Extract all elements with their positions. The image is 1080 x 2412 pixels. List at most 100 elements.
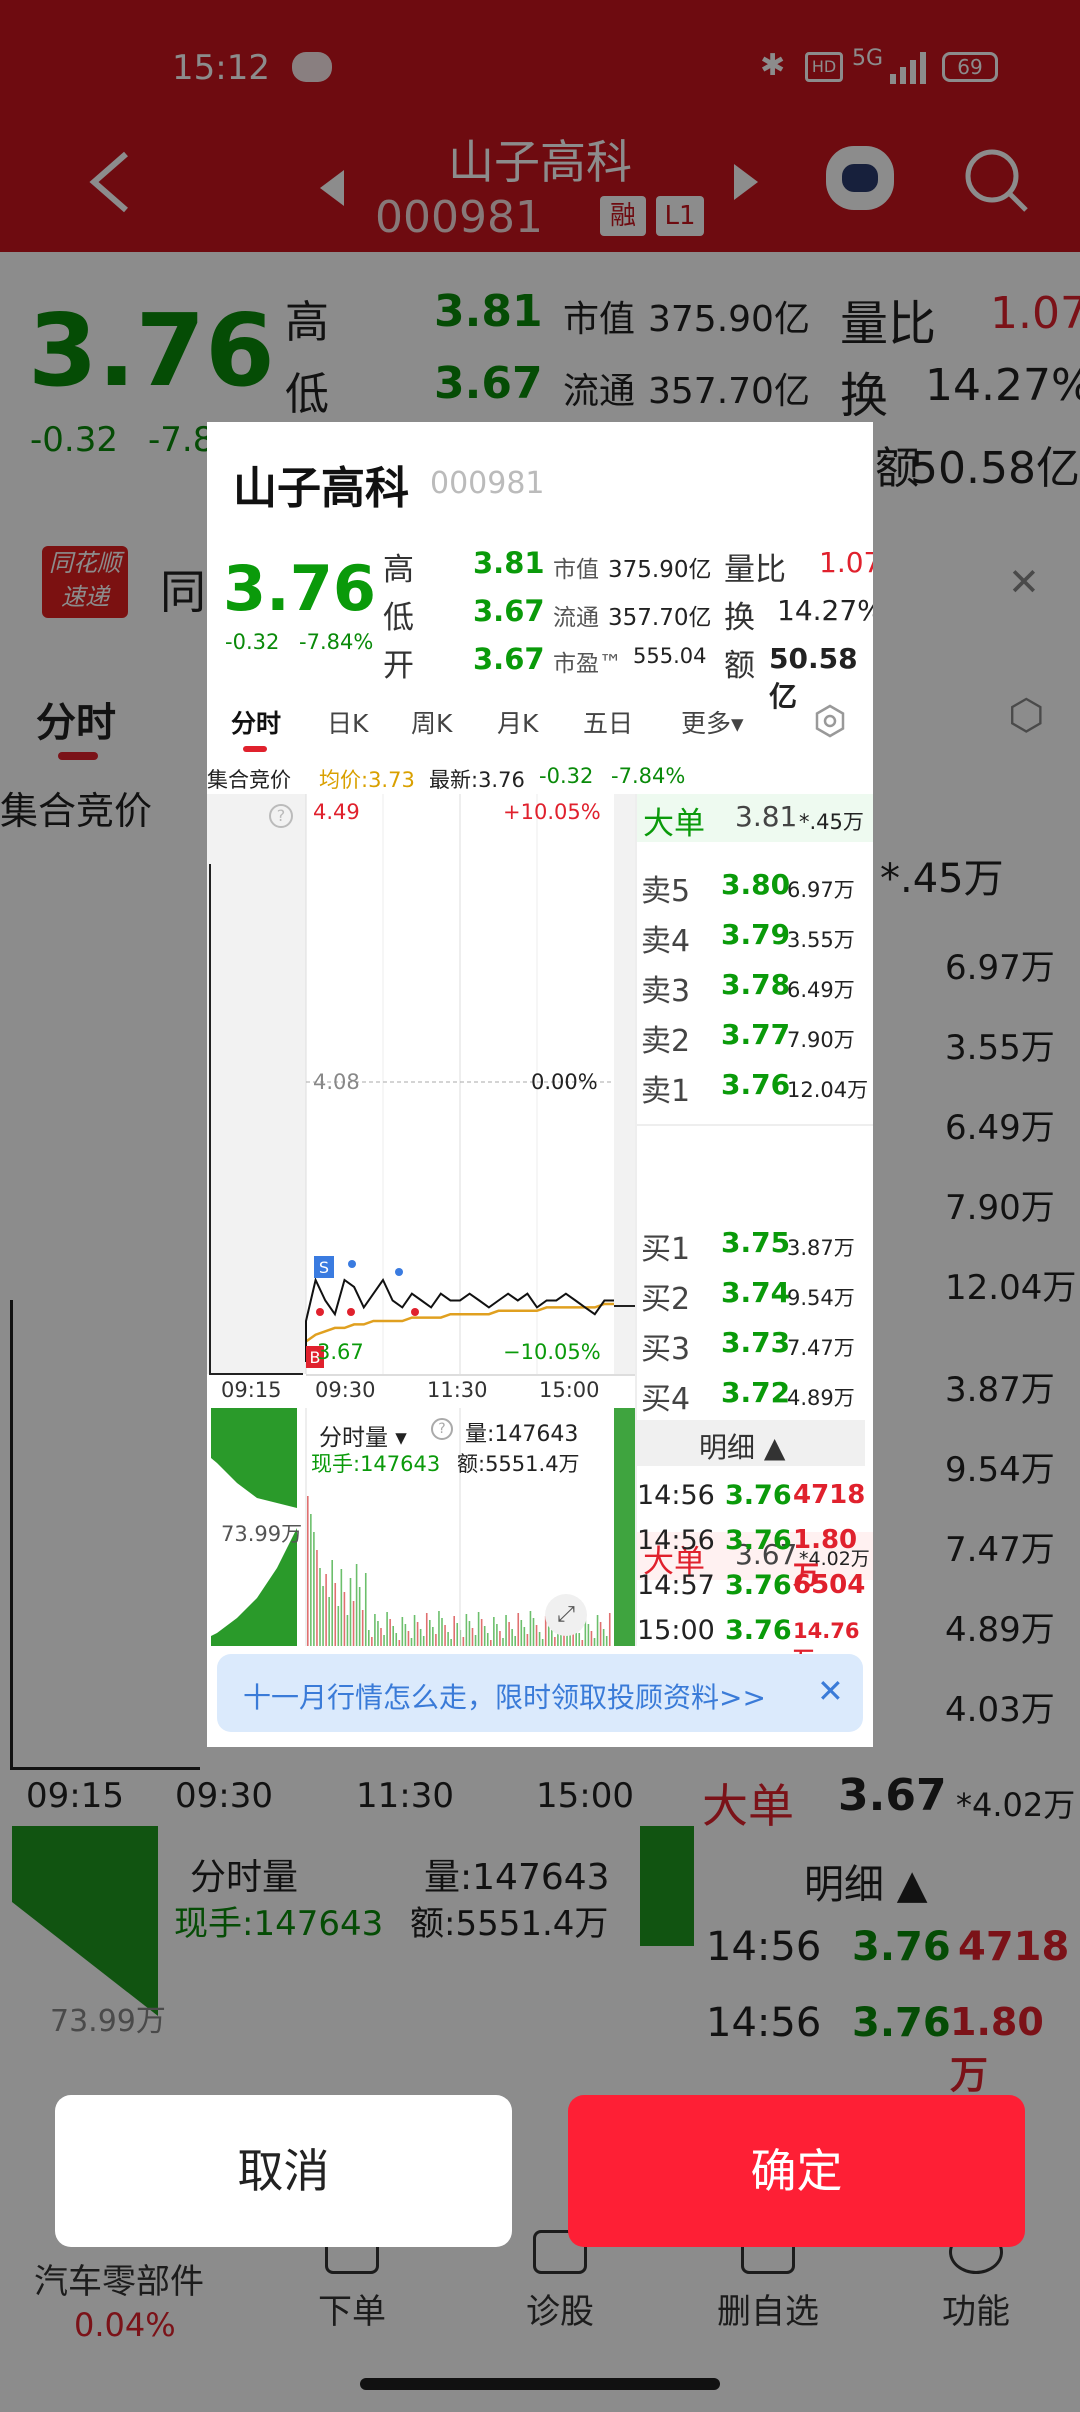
chart-y-mid-pct: 0.00% [531, 1070, 598, 1094]
card-pe: 555.04 [633, 644, 707, 668]
card-stock-code: 000981 [430, 466, 545, 501]
book-price: 3.75 [721, 1226, 791, 1259]
promo-text: 十一月行情怎么走，限时领取投顾资料>> [243, 1681, 766, 1714]
card-turnover-label: 换 [724, 600, 755, 636]
x-tick-0915: 09:15 [221, 1378, 282, 1402]
ask-row[interactable]: 卖4 3.79 3.55万 [637, 910, 873, 959]
book-price: 3.76 [721, 1068, 791, 1101]
volume-bar [340, 1569, 343, 1646]
volume-bar [486, 1633, 489, 1646]
home-indicator[interactable] [360, 2378, 720, 2390]
volume-bar [371, 1637, 373, 1646]
book-price: 3.73 [721, 1326, 791, 1359]
volume-bar [380, 1628, 382, 1646]
volume-help-icon[interactable]: ? [431, 1418, 453, 1440]
volume-selector[interactable]: 分时量 ▾ [319, 1418, 407, 1452]
intraday-price-chart[interactable]: S B [207, 794, 635, 1394]
ask-row[interactable]: 卖1 3.76 12.04万 [637, 1060, 873, 1109]
volume-bar [413, 1615, 416, 1646]
volume-bar [499, 1631, 501, 1646]
cancel-button[interactable]: 取消 [55, 2095, 512, 2247]
tick-header[interactable]: 明细 ▲ [637, 1420, 865, 1466]
book-volume: 4.89万 [787, 1386, 855, 1410]
book-divider [637, 1124, 873, 1126]
volume-bar [602, 1629, 605, 1646]
volume-bar [453, 1616, 455, 1646]
book-price: 3.78 [721, 968, 791, 1001]
volume-bar [538, 1632, 541, 1646]
volume-bar [429, 1620, 431, 1646]
volume-bar [392, 1626, 394, 1646]
volume-bar [325, 1574, 327, 1646]
auction-chg: -0.32 [539, 764, 594, 788]
bid-row[interactable]: 买2 3.74 9.54万 [637, 1268, 873, 1317]
chart-settings-icon[interactable] [813, 704, 847, 742]
ask-row[interactable]: 卖5 3.80 6.97万 [637, 860, 873, 909]
volume-bar [389, 1619, 391, 1646]
tab-monthly-k[interactable]: 月K [497, 704, 538, 740]
tab-active-indicator [243, 746, 267, 752]
volume-bar [435, 1634, 437, 1646]
volume-bar [511, 1629, 513, 1646]
tab-five-day[interactable]: 五日 [583, 704, 633, 740]
volume-bar [377, 1621, 379, 1646]
volume-bar [444, 1625, 446, 1646]
expand-icon[interactable]: ⤢ [545, 1594, 587, 1636]
tick-time: 14:57 [637, 1570, 715, 1601]
book-price: 3.74 [721, 1276, 791, 1309]
card-mktcap-label: 市值 [553, 557, 599, 583]
tab-weekly-k[interactable]: 周K [411, 704, 452, 740]
card-high-label: 高 [383, 552, 414, 588]
card-volratio: 1.07 [819, 546, 873, 579]
volume-bar [566, 1635, 568, 1646]
volume-amount: 额:5551.4万 [457, 1452, 580, 1476]
big-sell-price: 3.81 [735, 800, 798, 833]
card-float: 357.70亿 [608, 605, 712, 631]
auction-latest: 最新:3.76 [429, 768, 525, 792]
tick-volume: 4718 [793, 1480, 866, 1510]
tick-row: 14:57 3.76 6504 [637, 1566, 865, 1608]
volume-bar [401, 1617, 404, 1646]
sell-point-dot [348, 1260, 356, 1268]
card-low-label: 低 [383, 600, 414, 636]
big-sell-row[interactable]: 大单 3.81 *.45万 [637, 794, 873, 842]
volume-bar [490, 1640, 492, 1646]
bid-row[interactable]: 买4 3.72 4.89万 [637, 1368, 873, 1417]
buy-point-dot [347, 1308, 355, 1316]
volume-panel[interactable]: 分时量 ▾ ? 量:147643 现手:147643 额:5551.4万 73.… [207, 1408, 635, 1646]
tick-row: 15:003.7614.76万 [637, 1611, 865, 1671]
promo-close-icon[interactable]: ✕ [817, 1672, 844, 1710]
volume-bar [432, 1627, 434, 1646]
tick-time: 14:56 [637, 1480, 715, 1511]
tab-more[interactable]: 更多▾ [681, 704, 744, 740]
volume-bar [447, 1632, 449, 1646]
volume-bar [368, 1630, 370, 1646]
book-level-label: 卖4 [641, 924, 691, 959]
volume-bar [535, 1625, 538, 1646]
promo-banner[interactable]: 十一月行情怎么走，限时领取投顾资料>> ✕ [217, 1654, 863, 1732]
post-close-bg [614, 794, 635, 1374]
tab-daily-k[interactable]: 日K [327, 704, 368, 740]
tab-fenshi[interactable]: 分时 [231, 704, 281, 740]
volume-bar [456, 1623, 459, 1646]
ask-row[interactable]: 卖3 3.78 6.49万 [637, 960, 873, 1009]
bid-row[interactable]: 买1 3.75 3.87万 [637, 1218, 873, 1267]
volume-bar [331, 1560, 333, 1646]
card-turnover: 14.27% [777, 594, 873, 627]
tick-price: 3.76 [725, 1525, 792, 1556]
volume-bar [383, 1635, 385, 1646]
volume-bar [514, 1636, 516, 1646]
volume-bar [395, 1633, 398, 1646]
ask-row[interactable]: 卖2 3.77 7.90万 [637, 1010, 873, 1059]
volume-bar [410, 1638, 413, 1646]
book-price: 3.80 [721, 868, 791, 901]
book-level-label: 买1 [641, 1232, 691, 1267]
bid-row[interactable]: 买3 3.73 7.47万 [637, 1318, 873, 1367]
volume-bar [520, 1620, 523, 1646]
tick-header-label: 明细 ▲ [699, 1431, 786, 1464]
chart-help-icon[interactable]: ? [269, 804, 293, 828]
tick-detail: 明细 ▲ 14:56 3.76 4718 14:56 3.76 1.80万 14:57 3.7… [637, 1420, 866, 1671]
book-price: 3.72 [721, 1376, 791, 1409]
volume-bar [310, 1514, 312, 1646]
confirm-button[interactable]: 确定 [568, 2095, 1025, 2247]
